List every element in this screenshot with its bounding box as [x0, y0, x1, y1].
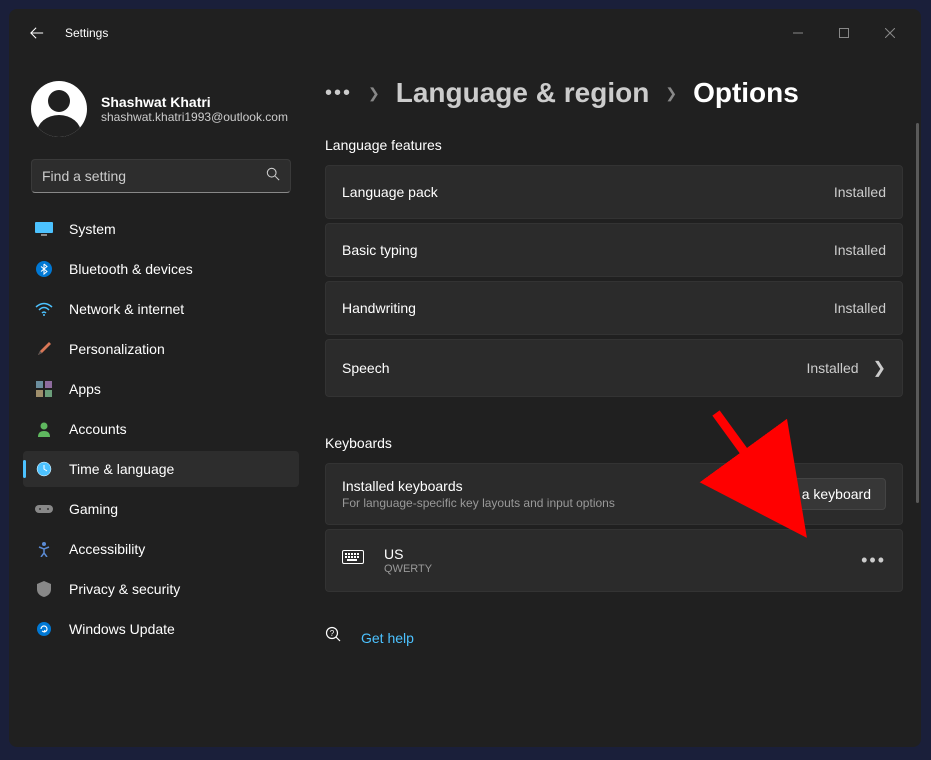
nav-list: System Bluetooth & devices Network & int… [23, 211, 299, 647]
feature-label: Language pack [342, 184, 834, 200]
window-title: Settings [65, 26, 775, 40]
nav-network[interactable]: Network & internet [23, 291, 299, 327]
breadcrumb-parent[interactable]: Language & region [396, 77, 650, 109]
scrollbar[interactable] [916, 123, 919, 737]
back-arrow-icon [30, 26, 44, 40]
installed-keyboards-header: Installed keyboards For language-specifi… [325, 463, 903, 525]
chevron-right-icon: ❯ [873, 358, 886, 378]
keyboard-icon [342, 550, 364, 571]
accessibility-icon [35, 540, 53, 558]
feature-label: Basic typing [342, 242, 834, 258]
feature-status: Installed [834, 300, 886, 316]
help-icon: ? [325, 626, 343, 649]
page-title: Options [693, 77, 799, 109]
minimize-icon [793, 28, 803, 38]
back-button[interactable] [17, 13, 57, 53]
feature-status: Installed [806, 360, 858, 376]
keyboard-info: US QWERTY [384, 546, 841, 575]
nav-time-language[interactable]: Time & language [23, 451, 299, 487]
feature-status: Installed [834, 184, 886, 200]
body: Shashwat Khatri shashwat.khatri1993@outl… [9, 57, 921, 747]
feature-status: Installed [834, 242, 886, 258]
add-keyboard-button[interactable]: Add a keyboard [758, 478, 886, 510]
search-input[interactable] [42, 168, 266, 184]
search-box[interactable] [31, 159, 291, 193]
nav-accessibility[interactable]: Accessibility [23, 531, 299, 567]
nav-label: Accessibility [69, 541, 145, 557]
nav-system[interactable]: System [23, 211, 299, 247]
keyboard-item[interactable]: US QWERTY ••• [325, 529, 903, 592]
close-icon [885, 28, 895, 38]
nav-apps[interactable]: Apps [23, 371, 299, 407]
nav-label: Apps [69, 381, 101, 397]
person-icon [35, 420, 53, 438]
search-icon [266, 167, 280, 186]
main-content: ••• ❯ Language & region ❯ Options Langua… [309, 57, 921, 747]
nav-label: Privacy & security [69, 581, 180, 597]
nav-bluetooth[interactable]: Bluetooth & devices [23, 251, 299, 287]
nav-gaming[interactable]: Gaming [23, 491, 299, 527]
keyboard-name: US [384, 546, 841, 562]
update-icon [35, 620, 53, 638]
feature-language-pack[interactable]: Language pack Installed [325, 165, 903, 219]
close-button[interactable] [867, 17, 913, 49]
breadcrumb: ••• ❯ Language & region ❯ Options [325, 77, 903, 109]
wifi-icon [35, 300, 53, 318]
kb-header-title: Installed keyboards [342, 478, 758, 494]
section-title-keyboards: Keyboards [325, 435, 903, 451]
nav-personalization[interactable]: Personalization [23, 331, 299, 367]
titlebar: Settings [9, 9, 921, 57]
feature-handwriting[interactable]: Handwriting Installed [325, 281, 903, 335]
profile-section[interactable]: Shashwat Khatri shashwat.khatri1993@outl… [23, 67, 299, 155]
minimize-button[interactable] [775, 17, 821, 49]
nav-label: System [69, 221, 116, 237]
nav-label: Gaming [69, 501, 118, 517]
keyboard-layout: QWERTY [384, 563, 841, 575]
nav-label: Bluetooth & devices [69, 261, 193, 277]
section-title-features: Language features [325, 137, 903, 153]
clock-globe-icon [35, 460, 53, 478]
shield-icon [35, 580, 53, 598]
get-help-link[interactable]: ? Get help [325, 626, 903, 649]
feature-label: Speech [342, 360, 806, 376]
feature-label: Handwriting [342, 300, 834, 316]
kb-header-text: Installed keyboards For language-specifi… [342, 478, 758, 510]
nav-windows-update[interactable]: Windows Update [23, 611, 299, 647]
system-icon [35, 220, 53, 238]
svg-text:?: ? [330, 629, 335, 638]
help-label: Get help [361, 630, 414, 646]
maximize-button[interactable] [821, 17, 867, 49]
nav-label: Accounts [69, 421, 127, 437]
gamepad-icon [35, 500, 53, 518]
nav-label: Time & language [69, 461, 174, 477]
brush-icon [35, 340, 53, 358]
profile-email: shashwat.khatri1993@outlook.com [101, 110, 288, 124]
nav-label: Personalization [69, 341, 165, 357]
settings-window: Settings Shashwat Khatri shashwat.khatri… [9, 9, 921, 747]
feature-speech[interactable]: Speech Installed ❯ [325, 339, 903, 397]
window-controls [775, 17, 913, 49]
kb-header-subtitle: For language-specific key layouts and in… [342, 496, 758, 510]
sidebar: Shashwat Khatri shashwat.khatri1993@outl… [9, 57, 309, 747]
maximize-icon [839, 28, 849, 38]
avatar [31, 81, 87, 137]
chevron-right-icon: ❯ [665, 85, 677, 102]
nav-label: Network & internet [69, 301, 184, 317]
nav-privacy[interactable]: Privacy & security [23, 571, 299, 607]
scrollbar-thumb[interactable] [916, 123, 919, 503]
apps-icon [35, 380, 53, 398]
profile-info: Shashwat Khatri shashwat.khatri1993@outl… [101, 94, 288, 124]
bluetooth-icon [35, 260, 53, 278]
chevron-right-icon: ❯ [368, 85, 380, 102]
more-options-button[interactable]: ••• [861, 550, 886, 571]
nav-label: Windows Update [69, 621, 175, 637]
breadcrumb-overflow[interactable]: ••• [325, 82, 352, 105]
profile-name: Shashwat Khatri [101, 94, 288, 110]
feature-basic-typing[interactable]: Basic typing Installed [325, 223, 903, 277]
nav-accounts[interactable]: Accounts [23, 411, 299, 447]
